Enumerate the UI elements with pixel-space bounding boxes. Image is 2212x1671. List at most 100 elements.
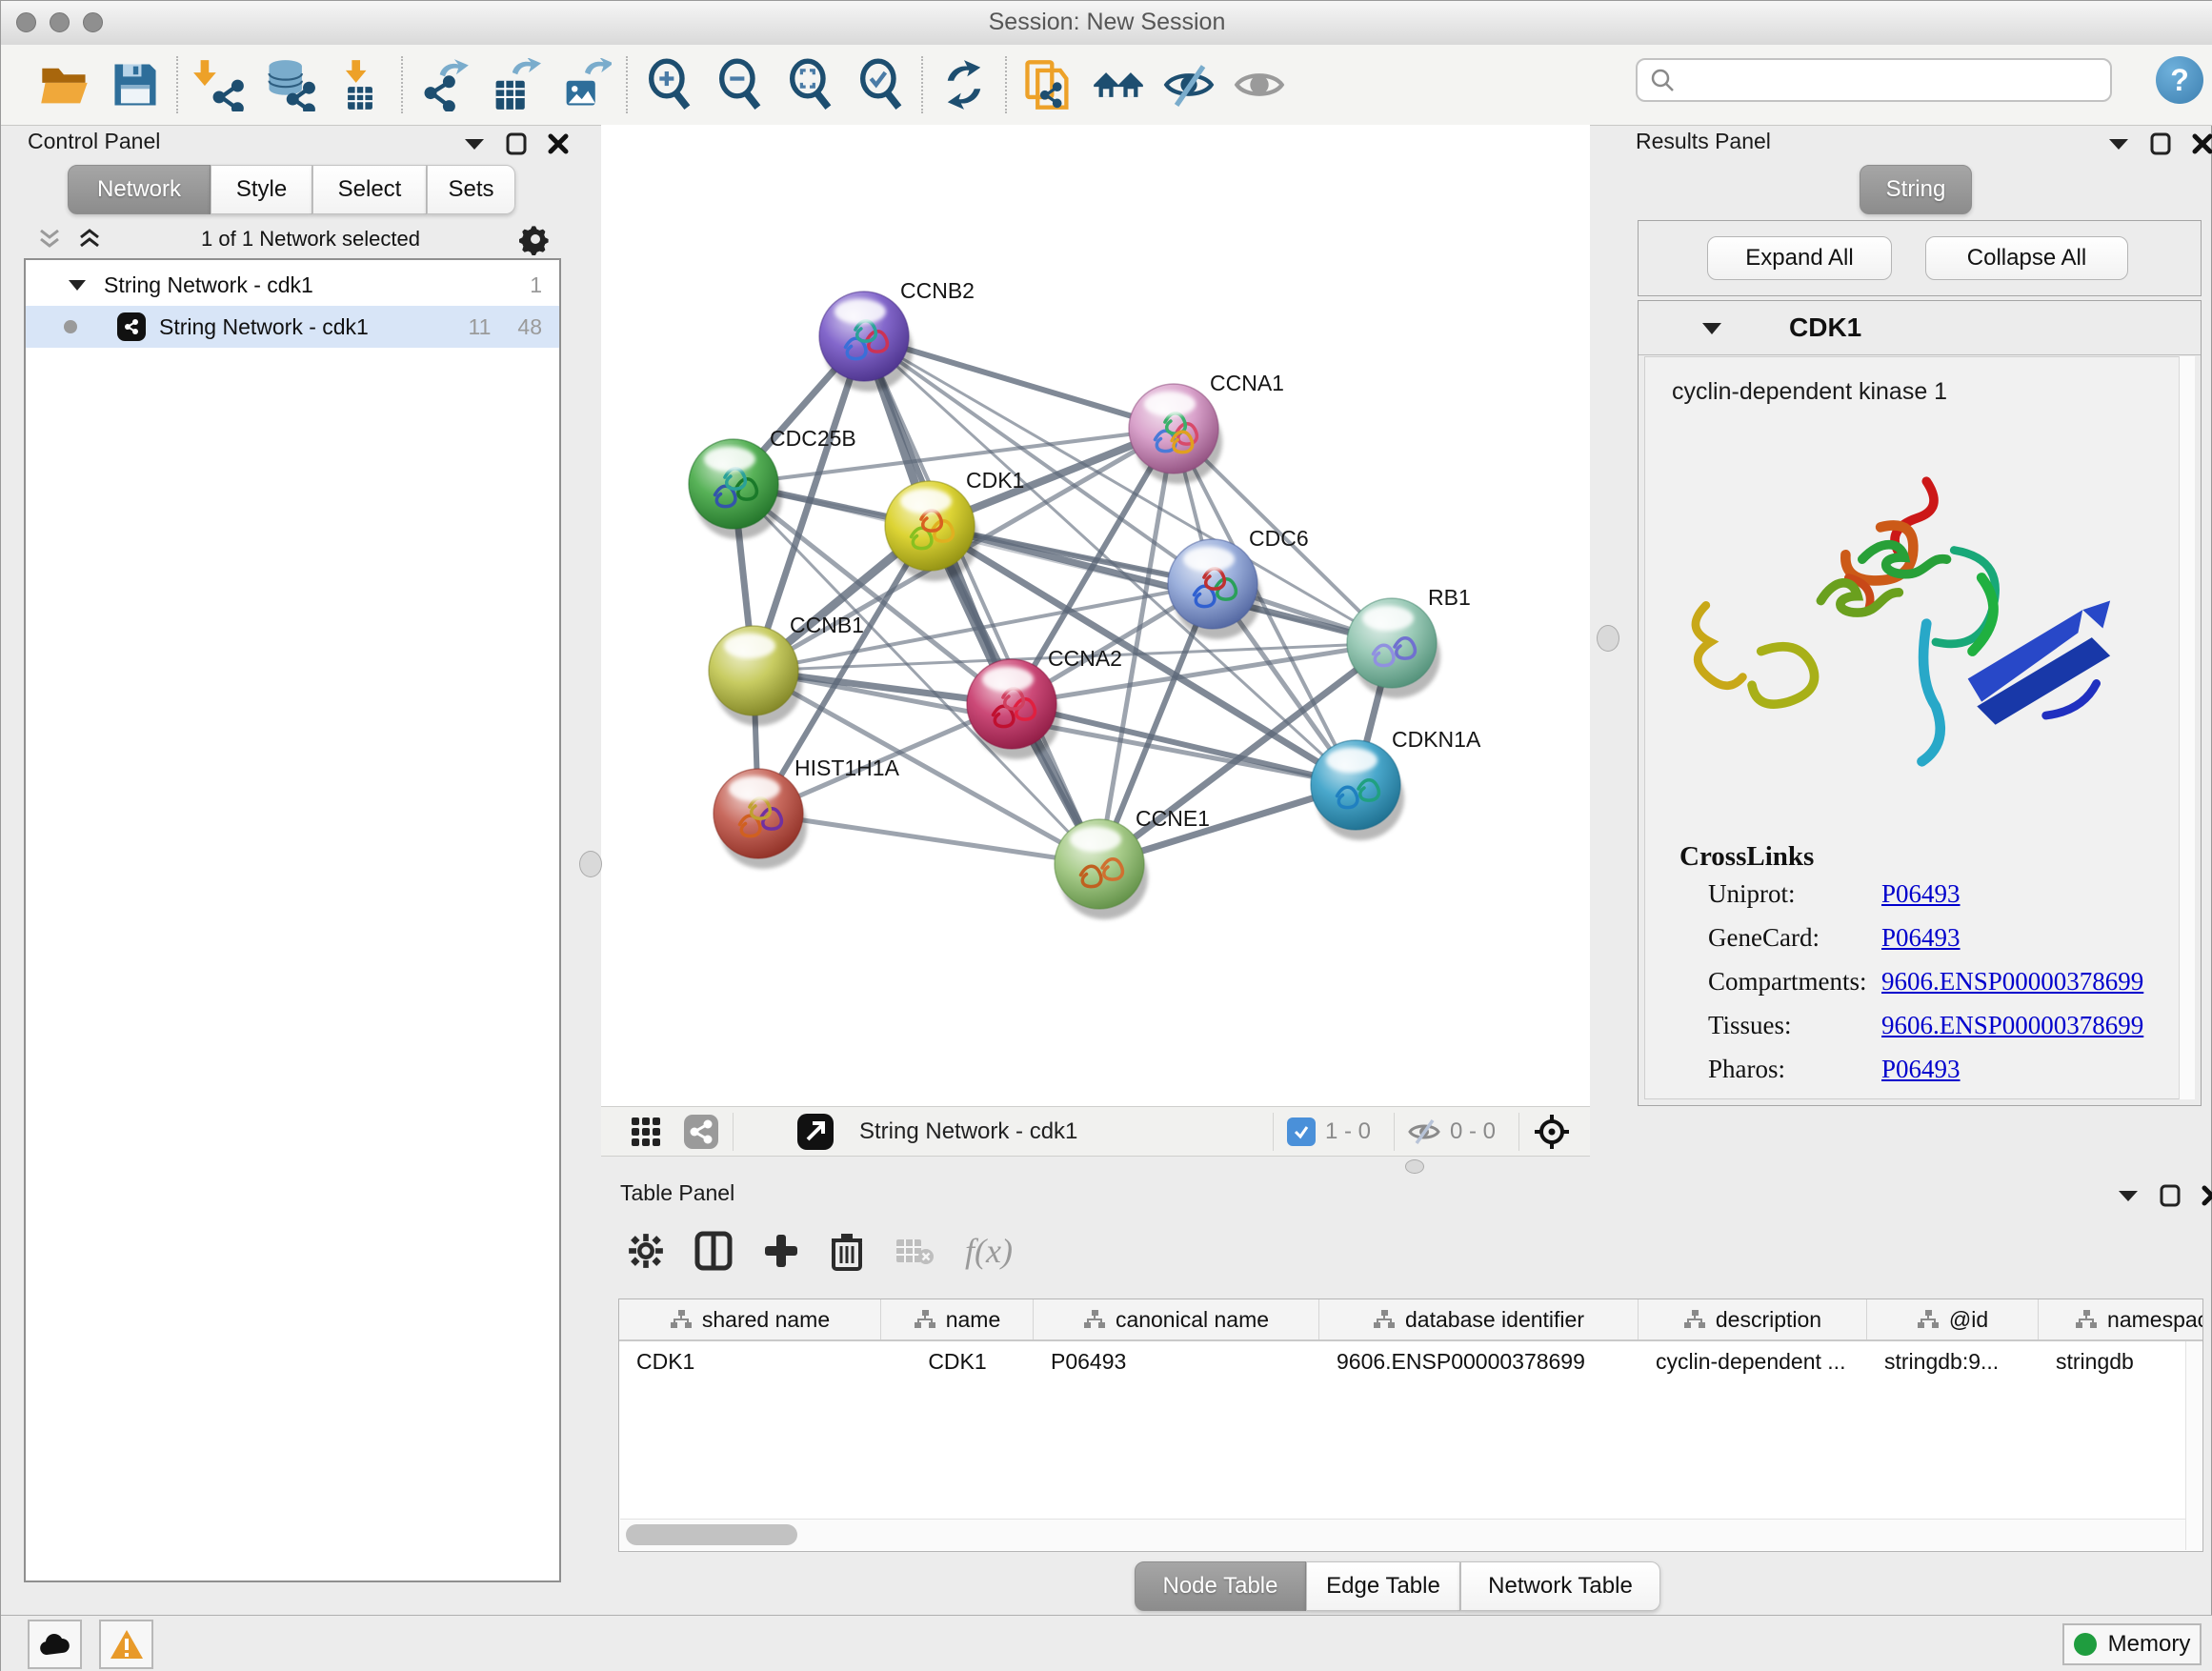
import-network-file-button[interactable] <box>184 52 254 117</box>
close-panel-icon[interactable] <box>2192 133 2212 154</box>
gene-section-header[interactable]: CDK1 <box>1639 301 2201 355</box>
node-CDKN1A[interactable] <box>1311 740 1404 840</box>
node-CDC25B[interactable] <box>689 439 782 539</box>
tab-network-table[interactable]: Network Table <box>1460 1561 1660 1611</box>
delete-column-icon[interactable] <box>830 1231 864 1271</box>
column-header--id[interactable]: @id <box>1867 1299 2039 1339</box>
float-panel-icon[interactable] <box>2160 1184 2181 1207</box>
import-network-database-button[interactable] <box>254 52 325 117</box>
tab-edge-table[interactable]: Edge Table <box>1306 1561 1460 1611</box>
table-cell[interactable]: stringdb <box>2039 1341 2203 1381</box>
tab-network[interactable]: Network <box>68 165 211 214</box>
detach-view-icon[interactable] <box>796 1113 835 1151</box>
crosslink-link[interactable]: 9606.ENSP00000378699 <box>1881 967 2143 1011</box>
results-panel-tabs: String <box>1860 165 1972 214</box>
table-vscrollbar[interactable] <box>2185 1341 2202 1550</box>
show-all-button[interactable] <box>1224 52 1295 117</box>
grid-view-icon[interactable] <box>630 1116 662 1148</box>
panel-menu-icon[interactable] <box>464 137 485 151</box>
node-CDK1[interactable] <box>885 481 978 581</box>
warnings-button[interactable] <box>99 1620 153 1669</box>
edge-CCNB2-CCNE1[interactable] <box>864 336 1099 864</box>
zoom-fit-button[interactable] <box>774 52 845 117</box>
search-input[interactable] <box>1685 66 2110 94</box>
float-panel-icon[interactable] <box>2150 132 2171 155</box>
export-image-button[interactable] <box>550 52 620 117</box>
network-canvas[interactable]: CCNB2CCNA1CDC25BCDK1CDC6RB1CCNB1CCNA2CDK… <box>601 125 1590 1106</box>
left-split-grip[interactable] <box>579 851 602 877</box>
crosslink-link[interactable]: P06493 <box>1881 879 1961 923</box>
show-columns-icon[interactable] <box>694 1231 733 1271</box>
network-graph[interactable]: CCNB2CCNA1CDC25BCDK1CDC6RB1CCNB1CCNA2CDK… <box>601 125 1590 1106</box>
close-panel-icon[interactable] <box>548 133 569 154</box>
network-row[interactable]: String Network - cdk1 11 48 <box>26 306 559 348</box>
hide-selected-button[interactable] <box>1154 52 1224 117</box>
zoom-in-button[interactable] <box>633 52 704 117</box>
home-button[interactable] <box>1083 52 1154 117</box>
column-header-shared-name[interactable]: shared name <box>619 1299 881 1339</box>
export-network-button[interactable] <box>409 52 479 117</box>
collapse-all-button[interactable]: Collapse All <box>1925 236 2128 280</box>
node-CCNB2[interactable] <box>819 292 913 392</box>
node-CCNA1[interactable] <box>1129 384 1222 484</box>
close-panel-icon[interactable] <box>2202 1185 2212 1206</box>
zoom-selected-button[interactable] <box>845 52 915 117</box>
zoom-out-button[interactable] <box>704 52 774 117</box>
memory-button[interactable]: Memory <box>2062 1623 2202 1665</box>
network-birdseye-icon[interactable] <box>683 1114 719 1150</box>
table-row[interactable]: CDK1CDK1P064939606.ENSP00000378699cyclin… <box>619 1341 2202 1381</box>
tab-style[interactable]: Style <box>211 165 312 214</box>
node-HIST1H1A[interactable] <box>714 769 807 869</box>
table-cell[interactable]: CDK1 <box>881 1341 1034 1381</box>
help-button[interactable]: ? <box>2156 56 2203 104</box>
table-settings-gear-icon[interactable] <box>628 1233 664 1269</box>
column-header-canonical-name[interactable]: canonical name <box>1034 1299 1319 1339</box>
panel-menu-icon[interactable] <box>2108 137 2129 151</box>
column-header-namespace[interactable]: namespace <box>2039 1299 2203 1339</box>
tab-node-table[interactable]: Node Table <box>1135 1561 1306 1611</box>
table-cell[interactable]: cyclin-dependent ... <box>1639 1341 1867 1381</box>
column-header-description[interactable]: description <box>1639 1299 1867 1339</box>
crosslink-link[interactable]: 9606.ENSP00000378699 <box>1881 1011 2143 1055</box>
node-RB1[interactable] <box>1347 598 1440 698</box>
table-cell[interactable]: stringdb:9... <box>1867 1341 2039 1381</box>
right-split-grip[interactable] <box>1597 625 1619 652</box>
column-header-name[interactable]: name <box>881 1299 1034 1339</box>
tab-string[interactable]: String <box>1860 165 1972 214</box>
apply-layout-button[interactable] <box>929 52 999 117</box>
cloud-status-button[interactable] <box>28 1620 82 1669</box>
section-expander-icon[interactable] <box>1701 321 1722 335</box>
save-session-button[interactable] <box>100 52 171 117</box>
hscrollbar-thumb[interactable] <box>626 1524 797 1545</box>
import-table-button[interactable] <box>325 52 395 117</box>
tab-select[interactable]: Select <box>312 165 427 214</box>
results-scrollbar[interactable] <box>2179 356 2195 1099</box>
node-CDC6[interactable] <box>1168 539 1261 639</box>
fit-selected-crosshair-icon[interactable] <box>1533 1113 1571 1151</box>
node-CCNA2[interactable] <box>967 659 1060 759</box>
table-hscrollbar[interactable] <box>620 1519 2188 1550</box>
new-network-from-selection-button[interactable] <box>1013 52 1083 117</box>
bottom-split-grip[interactable] <box>1405 1159 1424 1174</box>
add-column-icon[interactable] <box>763 1233 799 1269</box>
expand-all-button[interactable]: Expand All <box>1707 236 1892 280</box>
search-box[interactable] <box>1636 58 2112 102</box>
table-cell[interactable]: CDK1 <box>619 1341 881 1381</box>
network-collection-row[interactable]: String Network - cdk1 1 <box>26 264 559 306</box>
tree-expander-icon[interactable] <box>68 278 87 292</box>
open-session-button[interactable] <box>30 52 100 117</box>
selected-checkbox-icon[interactable] <box>1287 1117 1316 1146</box>
collapse-all-networks-icon[interactable] <box>37 227 62 252</box>
float-panel-icon[interactable] <box>506 132 527 155</box>
crosslink-link[interactable]: P06493 <box>1881 1055 1961 1098</box>
table-cell[interactable]: 9606.ENSP00000378699 <box>1319 1341 1639 1381</box>
edge-CCNE1-HIST1H1A[interactable] <box>758 814 1099 864</box>
crosslink-link[interactable]: P06493 <box>1881 923 1961 967</box>
export-table-button[interactable] <box>479 52 550 117</box>
column-header-database-identifier[interactable]: database identifier <box>1319 1299 1639 1339</box>
tab-sets[interactable]: Sets <box>427 165 515 214</box>
gear-icon[interactable] <box>519 223 552 255</box>
expand-all-networks-icon[interactable] <box>77 227 102 252</box>
panel-menu-icon[interactable] <box>2118 1189 2139 1202</box>
table-cell[interactable]: P06493 <box>1034 1341 1319 1381</box>
